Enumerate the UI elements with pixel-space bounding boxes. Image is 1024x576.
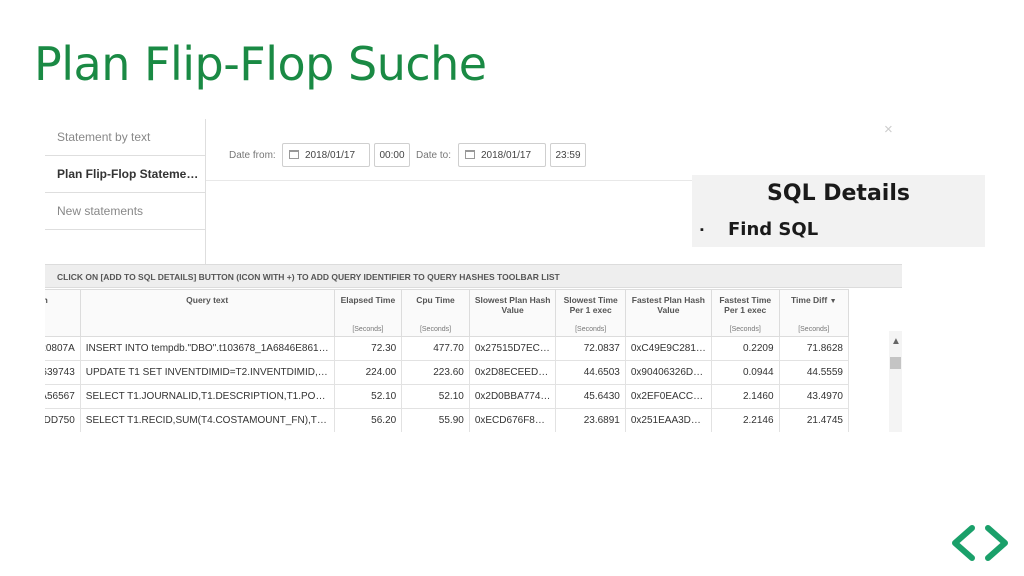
column-header-slowest-plan-hash[interactable]: Slowest Plan Hash Value xyxy=(468,289,557,337)
nav-item-statement-by-text[interactable]: Statement by text xyxy=(45,119,205,156)
calendar-icon[interactable] xyxy=(465,150,475,159)
column-header-label: Slowest Plan Hash Value xyxy=(474,295,551,315)
slide-title: Plan Flip-Flop Suche xyxy=(34,37,487,91)
cell-time-diff: 44.5559 xyxy=(778,360,850,385)
column-unit: [Seconds] xyxy=(352,326,384,333)
cell-time-diff: 21.4745 xyxy=(778,408,850,432)
cell-slowest-plan-hash: 0x2D8ECEED… xyxy=(468,360,557,385)
bullet-icon: ▪ xyxy=(700,224,704,236)
column-unit: [Seconds] xyxy=(798,326,830,333)
vertical-scrollbar[interactable]: ▲ xyxy=(889,331,902,432)
sql-details-card: SQL Details ▪ Find SQL xyxy=(692,175,985,247)
date-to-value: 2018/01/17 xyxy=(481,150,532,161)
column-header-slowest-time[interactable]: Slowest Time Per 1 exec [Seconds] xyxy=(555,289,626,337)
results-table: sh Query text Elapsed Time [Seconds] Cpu … xyxy=(45,289,850,432)
cell-fastest-time: 0.0944 xyxy=(710,360,780,385)
column-header-cpu-time[interactable]: Cpu Time [Seconds] xyxy=(401,289,470,337)
cell-query-text: SELECT T1.JOURNALID,T1.DESCRIPTION,T1.PO… xyxy=(79,384,335,409)
column-unit: [Seconds] xyxy=(729,326,761,333)
date-from-input[interactable]: 2018/01/17 xyxy=(282,143,370,167)
results-grid: sh Query text Elapsed Time [Seconds] Cpu … xyxy=(45,289,889,432)
time-to-input[interactable]: 23:59 xyxy=(550,143,586,167)
column-header-fastest-plan-hash[interactable]: Fastest Plan Hash Value xyxy=(624,289,712,337)
statement-side-nav: Statement by text Plan Flip-Flop Stateme… xyxy=(45,119,206,264)
column-header-label: Fastest Time Per 1 exec xyxy=(719,295,772,315)
left-chevron-shape xyxy=(952,525,975,561)
date-from-label: Date from: xyxy=(229,150,276,161)
cell-query-text: INSERT INTO tempdb."DBO".t103678_1A6846E… xyxy=(79,336,335,361)
table-row[interactable]: 520807A INSERT INTO tempdb."DBO".t103678… xyxy=(45,336,850,361)
cell-cpu-time: 52.10 xyxy=(401,384,470,409)
cell-query-text: UPDATE T1 SET INVENTDIMID=T2.INVENTDIMID… xyxy=(79,360,335,385)
column-header-label: Time Diff xyxy=(791,295,828,305)
cell-cpu-time: 223.60 xyxy=(401,360,470,385)
calendar-icon[interactable] xyxy=(289,150,299,159)
cell-cpu-time: 477.70 xyxy=(401,336,470,361)
column-header-hash[interactable]: sh xyxy=(45,289,81,337)
cell-slowest-plan-hash: 0x2D0BBA774… xyxy=(468,384,557,409)
cell-time-diff: 43.4970 xyxy=(778,384,850,409)
date-to-input[interactable]: 2018/01/17 xyxy=(458,143,546,167)
cell-fastest-plan-hash: 0x251EAA3D… xyxy=(624,408,712,432)
cell-fastest-time: 2.1460 xyxy=(710,384,780,409)
column-header-label: Slowest Time Per 1 exec xyxy=(563,295,618,315)
column-header-query-text[interactable]: Query text xyxy=(79,289,335,337)
cell-slowest-time: 45.6430 xyxy=(555,384,626,409)
cell-elapsed-time: 52.10 xyxy=(333,384,403,409)
cell-elapsed-time: 72.30 xyxy=(333,336,403,361)
cell-query-text: SELECT T1.RECID,SUM(T4.COSTAMOUNT_FN),T… xyxy=(79,408,335,432)
column-unit: [Seconds] xyxy=(419,326,452,333)
cell-hash: 3639743 xyxy=(45,360,81,385)
right-chevron-shape xyxy=(985,525,1008,561)
cell-time-diff: 71.8628 xyxy=(778,336,850,361)
close-icon[interactable]: × xyxy=(884,121,893,138)
find-sql-item: Find SQL xyxy=(728,219,819,240)
time-from-input[interactable]: 00:00 xyxy=(374,143,410,167)
cell-slowest-plan-hash: 0xECD676F8… xyxy=(468,408,557,432)
info-bar: CLICK ON [ADD TO SQL DETAILS] BUTTON (IC… xyxy=(45,264,902,288)
column-header-fastest-time[interactable]: Fastest Time Per 1 exec [Seconds] xyxy=(710,289,780,337)
scroll-thumb[interactable] xyxy=(890,357,901,369)
column-unit: [Seconds] xyxy=(575,326,607,333)
cell-fastest-time: 2.2146 xyxy=(710,408,780,432)
code-brackets-icon xyxy=(952,525,1008,561)
sort-desc-icon[interactable]: ▼ xyxy=(830,298,837,305)
date-from-value: 2018/01/17 xyxy=(305,150,356,161)
nav-item-plan-flip-flop[interactable]: Plan Flip-Flop Stateme… xyxy=(45,156,205,193)
cell-fastest-plan-hash: 0x2EF0EACC… xyxy=(624,384,712,409)
column-header-time-diff[interactable]: Time Diff ▼ [Seconds] xyxy=(778,289,850,337)
cell-slowest-time: 44.6503 xyxy=(555,360,626,385)
cell-hash: 520807A xyxy=(45,336,81,361)
cell-hash: 6A56567 xyxy=(45,384,81,409)
column-header-elapsed-time[interactable]: Elapsed Time [Seconds] xyxy=(333,289,403,337)
cell-fastest-plan-hash: 0x90406326D… xyxy=(624,360,712,385)
column-header-label: Cpu Time xyxy=(416,295,455,305)
date-to-label: Date to: xyxy=(416,150,452,161)
cell-slowest-time: 72.0837 xyxy=(555,336,626,361)
cell-hash: 06DD750 xyxy=(45,408,81,432)
table-row[interactable]: 6A56567 SELECT T1.JOURNALID,T1.DESCRIPTI… xyxy=(45,384,850,409)
cell-fastest-plan-hash: 0xC49E9C281… xyxy=(624,336,712,361)
table-row[interactable]: 06DD750 SELECT T1.RECID,SUM(T4.COSTAMOUN… xyxy=(45,408,850,432)
nav-item-new-statements[interactable]: New statements xyxy=(45,193,205,230)
column-header-label: Query text xyxy=(186,295,229,305)
cell-elapsed-time: 224.00 xyxy=(333,360,403,385)
column-header-label: sh xyxy=(45,295,48,305)
table-row[interactable]: 3639743 UPDATE T1 SET INVENTDIMID=T2.INV… xyxy=(45,360,850,385)
column-header-label: Elapsed Time xyxy=(340,295,396,305)
sql-details-title: SQL Details xyxy=(767,181,910,206)
cell-slowest-time: 23.6891 xyxy=(555,408,626,432)
cell-slowest-plan-hash: 0x27515D7EC… xyxy=(468,336,557,361)
cell-fastest-time: 0.2209 xyxy=(710,336,780,361)
cell-cpu-time: 55.90 xyxy=(401,408,470,432)
cell-elapsed-time: 56.20 xyxy=(333,408,403,432)
scroll-up-icon[interactable]: ▲ xyxy=(891,337,901,347)
column-header-label: Fastest Plan Hash Value xyxy=(631,295,705,315)
